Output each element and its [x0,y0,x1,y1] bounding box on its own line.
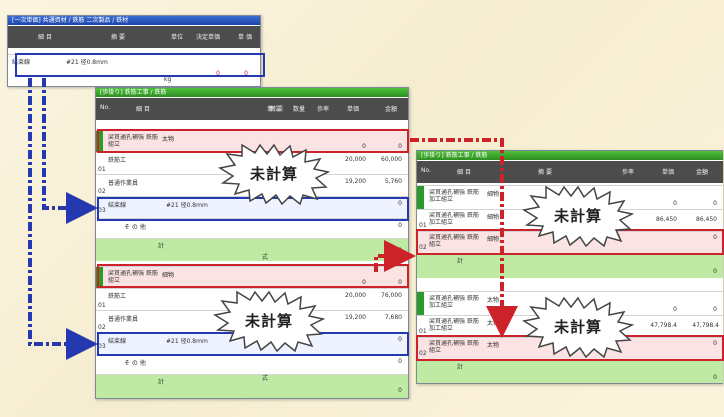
total-amount: 0 [398,387,402,394]
row-no: 01 [419,328,427,335]
col-decided-price: 決定単価 [195,34,220,41]
table-header: No. 細 目 摘 要 単位 数量 歩率 単価 金額 [96,98,408,120]
row-price: 86,450 [656,216,677,223]
row-item: 普通作業員 [108,180,139,187]
col-rate: 歩率 [316,106,329,113]
group-marker [417,186,424,210]
total-amount: 0 [713,268,717,275]
row-spec: 細物 [487,191,500,198]
col-amount: 金額 [384,106,397,113]
col-price: 単価 [346,106,359,113]
window-title: [歩掛り] 鉄筋工事 / 鉄筋 [96,88,408,97]
row-no: 02 [98,324,106,331]
row-item: 鉄筋工 [108,293,127,300]
highlight-binding-wire-source [15,53,265,77]
row-price: 47,798.4 [650,322,677,329]
row-no: 02 [98,188,106,195]
row-price: 20,000 [345,292,366,299]
uncalculated-label: 未計算 [553,207,602,225]
col-price: 単 価 [238,34,252,41]
row-spec: 細物 [487,214,500,221]
highlight-group-b [97,264,409,288]
uncalculated-label: 未計算 [553,318,602,336]
group-marker [417,292,424,316]
row-item: そ の 他 [124,224,146,231]
total-row: 計 式 0 [96,374,408,398]
row-price: 0 [673,306,677,313]
total-row: 計 0 [417,359,723,383]
row-price: 19,200 [345,178,366,185]
uncalculated-label: 未計算 [244,312,293,330]
uncalculated-callout: 未計算 [522,296,634,358]
total-row: 計 式 0 [96,238,408,261]
row-item: 梁貫通孔補強 鉄筋加工組立 [429,189,479,203]
total-label: 計 [158,243,165,250]
total-amount: 0 [398,247,402,254]
uncalculated-callout: 未計算 [213,290,325,352]
row-price: 19,200 [345,314,366,321]
col-spec: 摘 要 [538,169,552,176]
col-rate: 歩率 [621,169,634,176]
row-amount: 0 [713,306,717,313]
row-amount: 76,000 [381,292,402,299]
row-item: 梁貫通孔補強 鉄筋加工組立 [429,318,479,332]
row-item: 普通作業員 [108,316,139,323]
col-item: 細 目 [457,169,471,176]
col-item: 細 目 [38,34,52,41]
row-no: 01 [98,166,106,173]
table-row[interactable]: そ の 他 0 [96,218,408,239]
total-label: 計 [457,364,464,371]
total-unit: 式 [262,375,269,382]
col-price: 単価 [661,169,674,176]
row-price: 20,000 [345,156,366,163]
col-amount: 金額 [695,169,708,176]
total-label: 計 [457,258,464,265]
row-item: 梁貫通孔補強 鉄筋加工組立 [429,295,479,309]
arrow-to-binding-wire-b [28,78,98,360]
row-no: 01 [98,302,106,309]
row-spec: 太物 [487,320,500,327]
col-spec: 摘 要 [111,34,125,41]
row-amount: 0 [398,222,402,229]
table-header: No. 細 目 摘 要 歩率 単価 金額 [417,161,723,183]
table-header: 細 目 摘 要 単位 決定単価 単 価 [8,26,260,48]
col-unit: 単位 [266,106,279,113]
row-price: 0 [673,200,677,207]
row-amount: 0 [398,358,402,365]
total-label: 計 [158,379,165,386]
arrow-to-binding-wire-a [42,78,98,224]
col-qty: 数量 [292,106,305,113]
col-item: 細 目 [136,106,150,113]
uncalculated-callout: 未計算 [522,185,634,247]
row-spec: 太物 [487,297,500,304]
total-row: 計 0 [417,253,723,278]
window-title: [歩掛り] 鉄筋工事 / 鉄筋 [417,151,723,160]
window-title: [一次単価] 共通資材 / 鉄筋 二次製品 / 鉄材 [8,16,260,25]
row-item: そ の 他 [124,360,146,367]
row-amount: 5,760 [384,178,402,185]
col-no: No. [421,167,431,174]
row-amount: 86,450 [696,216,717,223]
total-amount: 0 [713,374,717,381]
col-unit: 単位 [170,34,183,41]
row-amount: 47,798.4 [692,322,719,329]
row-amount: 7,680 [384,314,402,321]
row-amount: 0 [713,200,717,207]
uncalculated-label: 未計算 [249,165,298,183]
total-unit: 式 [262,254,269,261]
table-row[interactable]: そ の 他 0 [96,354,408,375]
col-no: No. [100,104,110,111]
row-unit: kg [164,76,172,83]
row-no: 01 [419,222,427,229]
row-item: 梁貫通孔補強 鉄筋加工組立 [429,212,479,226]
row-item: 鉄筋工 [108,157,127,164]
row-amount: 60,000 [381,156,402,163]
uncalculated-callout: 未計算 [218,143,330,205]
